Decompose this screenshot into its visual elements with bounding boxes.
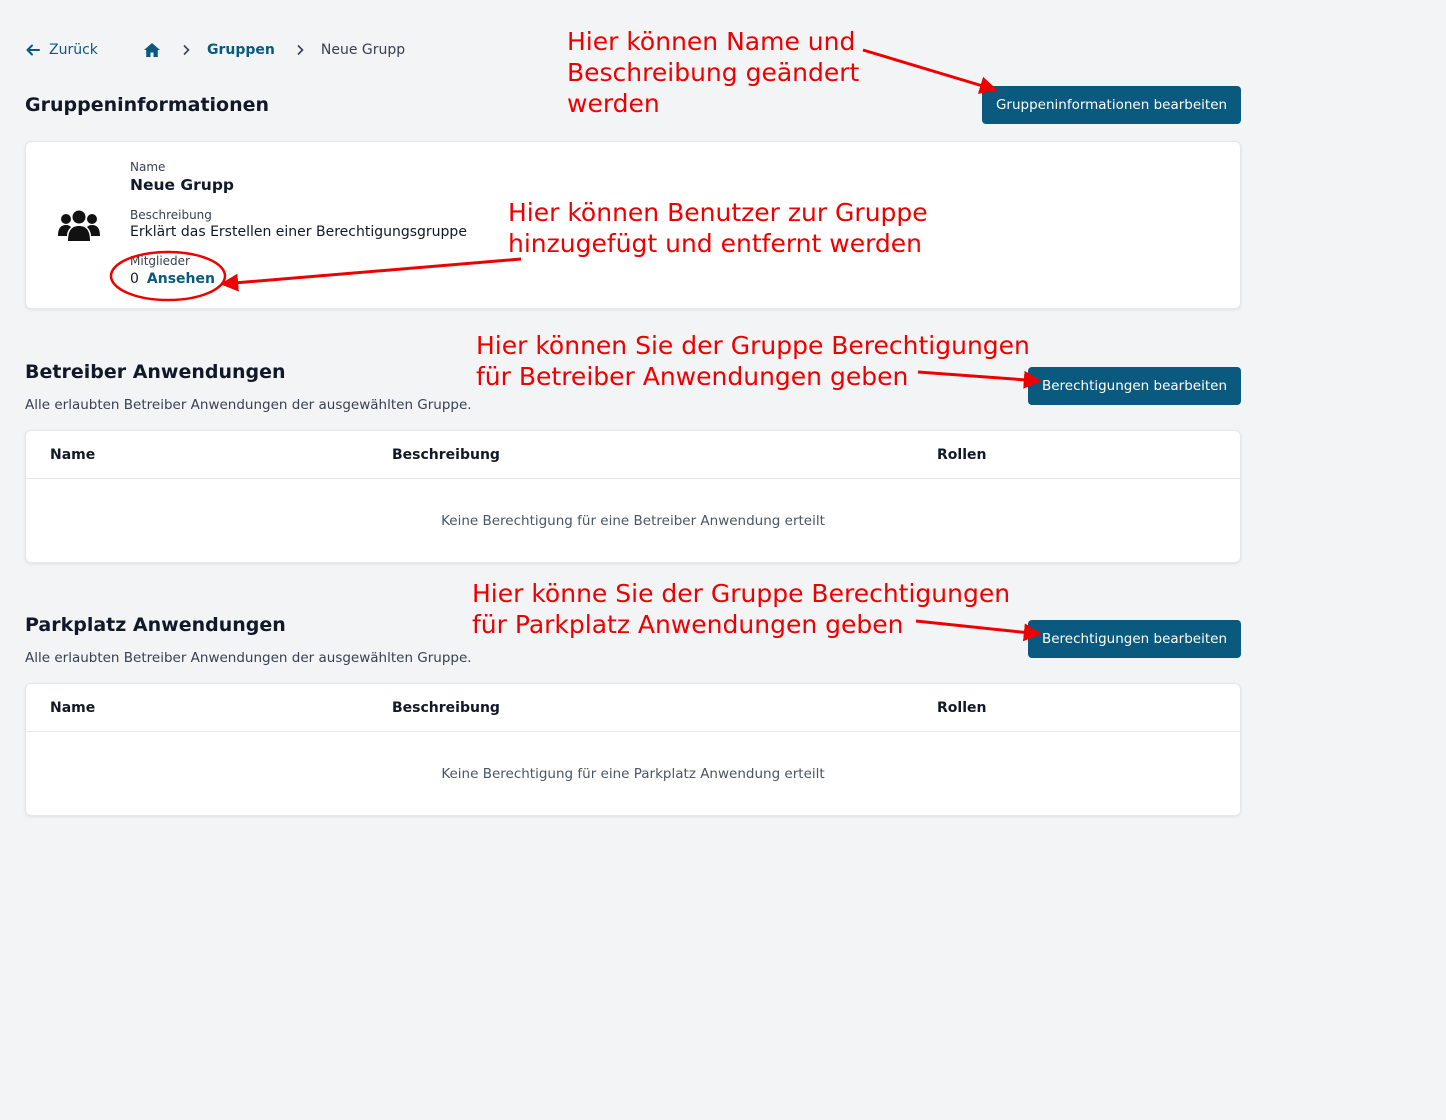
table-header: Name Beschreibung Rollen — [26, 431, 1240, 479]
top-nav: Zurück Gruppen Neue Grupp — [25, 38, 405, 62]
users-icon — [58, 208, 100, 246]
breadcrumb: Gruppen Neue Grupp — [143, 42, 405, 58]
column-header-name: Name — [50, 699, 96, 716]
back-label: Zurück — [49, 42, 98, 58]
edit-group-info-button[interactable]: Gruppeninformationen bearbeiten — [982, 86, 1241, 124]
name-label: Name — [130, 160, 166, 174]
column-header-description: Beschreibung — [392, 699, 500, 716]
members-label: Mitglieder — [130, 254, 190, 268]
annotation-line: Beschreibung geändert — [567, 58, 860, 87]
operator-apps-title: Betreiber Anwendungen — [25, 361, 286, 383]
column-header-name: Name — [50, 446, 96, 463]
operator-apps-subtitle: Alle erlaubten Betreiber Anwendungen der… — [25, 397, 472, 413]
edit-operator-permissions-button[interactable]: Berechtigungen bearbeiten — [1028, 367, 1241, 405]
home-icon[interactable] — [143, 42, 161, 58]
description-value: Erklärt das Erstellen einer Berechtigung… — [130, 224, 467, 240]
annotation-line: für Parkplatz Anwendungen geben — [472, 610, 904, 639]
column-header-roles: Rollen — [937, 699, 987, 716]
column-header-roles: Rollen — [937, 446, 987, 463]
chevron-right-icon — [181, 44, 191, 56]
table-header: Name Beschreibung Rollen — [26, 684, 1240, 732]
annotation-operator: Hier können Sie der Gruppe Berechtigunge… — [476, 330, 1030, 392]
breadcrumb-current: Neue Grupp — [320, 42, 406, 58]
parking-apps-subtitle: Alle erlaubten Betreiber Anwendungen der… — [25, 650, 472, 666]
annotation-line: werden — [567, 89, 660, 118]
annotation-line: Hier können Sie der Gruppe Berechtigunge… — [476, 331, 1030, 360]
arrow-to-edit-info — [862, 48, 998, 94]
annotation-line: Hier könne Sie der Gruppe Berechtigungen — [472, 579, 1011, 608]
edit-parking-permissions-button[interactable]: Berechtigungen bearbeiten — [1028, 620, 1241, 658]
annotation-line: hinzugefügt und entfernt werden — [508, 229, 923, 258]
members-row: 0 Ansehen — [130, 271, 467, 287]
group-info-title: Gruppeninformationen — [25, 94, 270, 116]
view-members-link[interactable]: Ansehen — [147, 271, 215, 287]
name-value: Neue Grupp — [130, 176, 235, 194]
parking-apps-title: Parkplatz Anwendungen — [25, 614, 286, 636]
annotation-line: Hier können Name und — [567, 27, 856, 56]
arrow-left-icon — [26, 44, 40, 56]
chevron-right-icon — [295, 44, 305, 56]
annotation-parking: Hier könne Sie der Gruppe Berechtigungen… — [472, 578, 1010, 640]
parking-apps-table: Name Beschreibung Rollen Keine Berechtig… — [25, 683, 1241, 816]
description-label: Beschreibung — [130, 208, 212, 222]
annotation-line: für Betreiber Anwendungen geben — [476, 362, 909, 391]
breadcrumb-gruppen[interactable]: Gruppen — [207, 42, 275, 58]
back-link[interactable]: Zurück — [25, 42, 98, 58]
column-header-description: Beschreibung — [392, 446, 500, 463]
annotation-line: Hier können Benutzer zur Gruppe — [508, 198, 928, 227]
annotation-members: Hier können Benutzer zur Gruppe hinzugef… — [508, 197, 928, 259]
members-count: 0 — [130, 271, 139, 287]
empty-state: Keine Berechtigung für eine Parkplatz An… — [441, 766, 825, 782]
operator-apps-table: Name Beschreibung Rollen Keine Berechtig… — [25, 430, 1241, 563]
annotation-edit-info: Hier können Name und Beschreibung geände… — [567, 26, 859, 119]
empty-state: Keine Berechtigung für eine Betreiber An… — [441, 513, 825, 529]
group-info-fields: Name Neue Grupp Beschreibung Erklärt das… — [130, 160, 467, 287]
